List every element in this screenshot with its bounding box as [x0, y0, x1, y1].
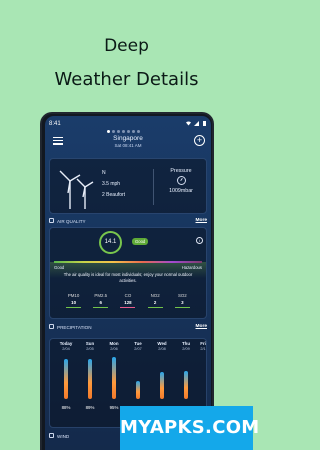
- pollutant-item: PM2.5 6: [93, 293, 109, 308]
- air-quality-label: AIR QUALITY: [57, 219, 86, 224]
- divider: [153, 169, 154, 205]
- aqi-value: 14.1: [99, 231, 122, 254]
- current-date: Sat 08:41 AM: [114, 143, 142, 148]
- wind-beaufort: 2 Beaufort: [102, 192, 126, 198]
- aqi-scale-low: Good: [54, 265, 65, 270]
- signal-icon: [194, 121, 199, 126]
- wind-turbine-icon: [58, 167, 94, 209]
- wind-speed: 3.5 mph: [102, 181, 121, 187]
- phone-frame: 8:41 Singapore Sat 08:41 AM + N 3.5 mph …: [40, 112, 214, 450]
- wind-direction: N: [102, 170, 106, 176]
- wind-pressure-card: N 3.5 mph 2 Beaufort Pressure 1009mbar: [49, 158, 207, 214]
- pollutant-item: CO 128: [120, 293, 136, 308]
- pressure-info: Pressure 1009mbar: [156, 168, 206, 194]
- promo-title-line1: Deep: [104, 36, 149, 56]
- add-location-icon[interactable]: +: [194, 135, 205, 146]
- precipitation-header: PRECIPITATION More: [49, 324, 207, 334]
- air-quality-icon: [49, 218, 54, 223]
- gauge-icon: [176, 176, 186, 185]
- status-bar: 8:41: [49, 119, 207, 128]
- watermark: MYAPKS.COM: [120, 406, 259, 450]
- aqi-scale-bar: [54, 261, 202, 263]
- precip-day: Fri 2/1: [200, 341, 206, 351]
- info-icon[interactable]: i: [196, 237, 203, 244]
- city-name[interactable]: Singapore: [49, 135, 207, 142]
- wind-info: N 3.5 mph 2 Beaufort: [102, 168, 125, 201]
- wind-section-label: WIND: [57, 434, 70, 439]
- pressure-label: Pressure: [170, 168, 192, 174]
- precip-day: Thu 2/09 64%: [176, 341, 196, 410]
- precip-day: Tue 2/07 40%: [128, 341, 148, 410]
- precip-day: Today 2/04 88%: [59, 341, 73, 410]
- wifi-icon: [186, 121, 191, 126]
- air-quality-card: 14.1 Good i Good Hazardous The air quali…: [49, 227, 207, 319]
- precipitation-icon: [49, 324, 54, 329]
- precip-day: Wed 2/08 60%: [152, 341, 172, 410]
- precipitation-more-link[interactable]: More: [196, 324, 207, 329]
- precip-day: Sun 2/05 89%: [85, 341, 95, 410]
- aqi-scale-high: Hazardous: [181, 265, 202, 270]
- status-time: 8:41: [49, 120, 61, 127]
- battery-icon: [202, 121, 207, 126]
- pollutant-item: SO2 3: [174, 293, 190, 308]
- wind-flag-icon: [49, 433, 54, 438]
- aqi-description: The air quality is ideal for most indivi…: [63, 272, 193, 283]
- top-bar: Singapore Sat 08:41 AM +: [49, 130, 207, 154]
- pressure-value: 1009mbar: [169, 188, 193, 194]
- precip-day: Mon 2/06 95%: [109, 341, 119, 410]
- page-indicator: [107, 130, 140, 133]
- weather-screen: 8:41 Singapore Sat 08:41 AM + N 3.5 mph …: [45, 116, 211, 450]
- precipitation-label: PRECIPITATION: [57, 325, 92, 330]
- air-quality-more-link[interactable]: More: [196, 218, 207, 223]
- promo-title-line2: Weather Details: [54, 69, 199, 90]
- pollutant-item: PM10 10: [66, 293, 82, 308]
- pollutant-list: PM10 10 PM2.5 6 CO 128 NO2 2 SO2 3: [50, 293, 206, 308]
- aqi-scale-labels: Good Hazardous: [54, 265, 202, 271]
- aqi-status-badge: Good: [132, 238, 149, 245]
- pollutant-item: NO2 2: [147, 293, 163, 308]
